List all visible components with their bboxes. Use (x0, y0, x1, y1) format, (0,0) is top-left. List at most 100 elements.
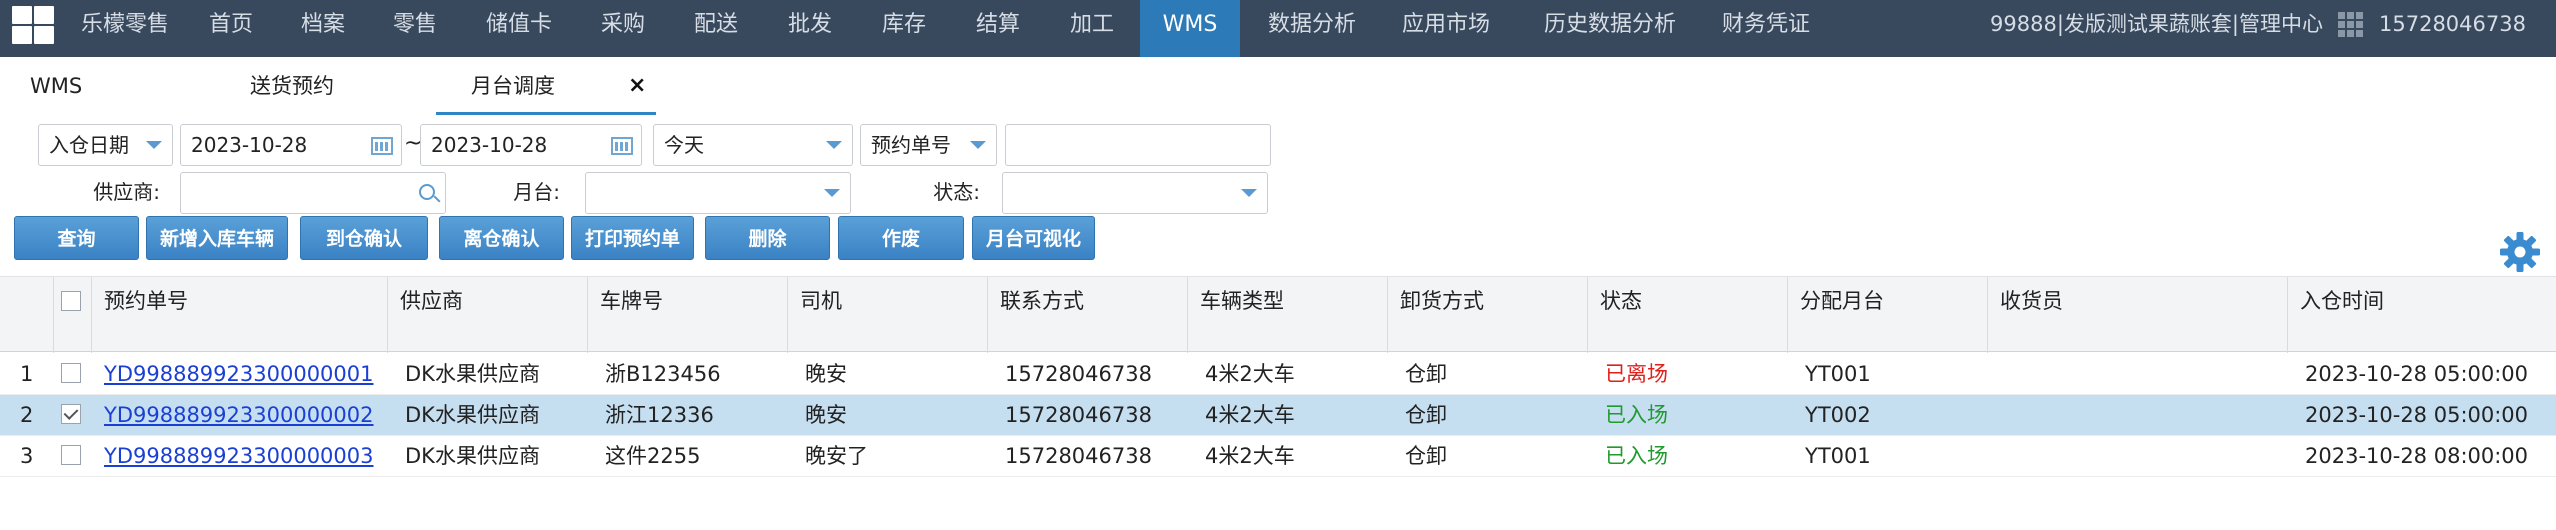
chevron-down-icon (826, 141, 842, 149)
account-info[interactable]: 99888|发版测试果蔬账套|管理中心 (1983, 0, 2323, 49)
nav-item-purchase[interactable]: 采购 (588, 0, 658, 57)
tab-bar: WMS 送货预约 月台调度 (0, 57, 2556, 115)
table-row[interactable]: 1 YD998889923300000001 DK水果供应商 浙B123456 … (0, 354, 2556, 395)
date-from-input[interactable]: 2023-10-28 (180, 124, 402, 166)
tab-delivery-appointment[interactable]: 送货预约 (250, 57, 360, 115)
gear-icon[interactable] (2498, 230, 2542, 274)
arrival-time-cell: 2023-10-28 08:00:00 (2305, 444, 2529, 468)
driver-cell: 晚安 (805, 362, 847, 386)
col-plate[interactable]: 车牌号 (588, 277, 788, 353)
nav-item-home[interactable]: 首页 (196, 0, 266, 57)
user-phone[interactable]: 15728046738 (2379, 0, 2549, 49)
col-receiver[interactable]: 收货员 (1988, 277, 2288, 353)
nav-item-stored-value-card[interactable]: 储值卡 (474, 0, 564, 57)
col-arrival-time[interactable]: 入仓时间 (2288, 277, 2556, 353)
phone-cell: 15728046738 (1005, 362, 1152, 386)
dock-cell: YT002 (1805, 403, 1871, 427)
row-checkbox[interactable] (61, 445, 81, 465)
nav-item-history-analysis[interactable]: 历史数据分析 (1530, 0, 1690, 57)
nav-item-distribution[interactable]: 配送 (681, 0, 751, 57)
search-icon[interactable] (419, 184, 435, 200)
row-number-header (0, 277, 54, 353)
table-row[interactable]: 3 YD998889923300000003 DK水果供应商 这件2255 晚安… (0, 436, 2556, 477)
nav-item-finance-voucher[interactable]: 财务凭证 (1710, 0, 1822, 57)
search-type-value: 预约单号 (871, 133, 951, 157)
status-cell: 已入场 (1605, 444, 1668, 468)
arrival-confirm-button[interactable]: 到仓确认 (300, 216, 428, 260)
top-nav: 乐檬零售 首页 档案 零售 储值卡 采购 配送 批发 库存 结算 加工 WMS … (0, 0, 2556, 57)
unload-cell: 仓卸 (1405, 362, 1447, 386)
table-row[interactable]: 2 YD998889923300000002 DK水果供应商 浙江12336 晚… (0, 395, 2556, 436)
date-preset-select[interactable]: 今天 (653, 124, 853, 166)
supplier-label: 供应商: (93, 180, 160, 204)
row-number: 2 (20, 403, 34, 427)
supplier-cell: DK水果供应商 (405, 403, 540, 427)
departure-confirm-button[interactable]: 离仓确认 (439, 216, 564, 260)
status-select[interactable] (1002, 172, 1268, 214)
nav-item-wholesale[interactable]: 批发 (775, 0, 845, 57)
status-cell: 已离场 (1605, 362, 1668, 386)
col-driver[interactable]: 司机 (788, 277, 988, 353)
order-number-link[interactable]: YD998889923300000002 (104, 395, 374, 436)
col-status[interactable]: 状态 (1588, 277, 1788, 353)
query-button[interactable]: 查询 (14, 216, 139, 260)
nav-item-processing[interactable]: 加工 (1057, 0, 1127, 57)
date-preset-value: 今天 (664, 133, 704, 157)
unload-cell: 仓卸 (1405, 444, 1447, 468)
calendar-icon[interactable] (371, 137, 393, 155)
dock-visualization-button[interactable]: 月台可视化 (972, 216, 1095, 260)
calendar-icon[interactable] (611, 137, 633, 155)
status-cell: 已入场 (1605, 403, 1668, 427)
grid-menu-icon[interactable] (2337, 11, 2365, 39)
row-checkbox[interactable] (61, 404, 81, 424)
close-tab-icon[interactable]: × (628, 75, 646, 97)
nav-item-archive[interactable]: 档案 (288, 0, 358, 57)
plate-cell: 浙江12336 (605, 403, 714, 427)
order-number-input[interactable] (1005, 124, 1271, 166)
nav-item-retail[interactable]: 零售 (380, 0, 450, 57)
col-vehicle-type[interactable]: 车辆类型 (1188, 277, 1388, 353)
void-button[interactable]: 作废 (838, 216, 964, 260)
date-from-value: 2023-10-28 (191, 133, 308, 157)
dock-label: 月台: (513, 180, 560, 204)
table-header: 预约单号 供应商 车牌号 司机 联系方式 车辆类型 卸货方式 状态 分配月台 收… (0, 276, 2556, 353)
order-number-link[interactable]: YD998889923300000001 (104, 354, 374, 395)
add-inbound-vehicle-button[interactable]: 新增入库车辆 (146, 216, 288, 260)
nav-item-settlement[interactable]: 结算 (963, 0, 1033, 57)
driver-cell: 晚安了 (805, 444, 868, 468)
arrival-time-cell: 2023-10-28 05:00:00 (2305, 362, 2529, 386)
dock-select[interactable] (585, 172, 851, 214)
chevron-down-icon (970, 141, 986, 149)
supplier-input[interactable] (180, 172, 446, 214)
select-all-checkbox[interactable] (61, 291, 81, 311)
delete-button[interactable]: 删除 (705, 216, 830, 260)
nav-item-app-market[interactable]: 应用市场 (1390, 0, 1502, 57)
nav-item-wms[interactable]: WMS (1140, 0, 1240, 57)
col-order-no[interactable]: 预约单号 (92, 277, 388, 353)
date-to-value: 2023-10-28 (431, 133, 548, 157)
tab-wms[interactable]: WMS (30, 57, 110, 115)
date-type-select[interactable]: 入仓日期 (38, 124, 173, 166)
tab-dock-scheduling[interactable]: 月台调度 (436, 57, 656, 115)
supplier-cell: DK水果供应商 (405, 362, 540, 386)
print-appointment-button[interactable]: 打印预约单 (571, 216, 694, 260)
supplier-cell: DK水果供应商 (405, 444, 540, 468)
vehicle-type-cell: 4米2大车 (1205, 444, 1295, 468)
col-phone[interactable]: 联系方式 (988, 277, 1188, 353)
driver-cell: 晚安 (805, 403, 847, 427)
search-type-select[interactable]: 预约单号 (860, 124, 997, 166)
apps-logo-icon[interactable] (10, 4, 56, 46)
nav-item-data-analysis[interactable]: 数据分析 (1256, 0, 1368, 57)
col-dock[interactable]: 分配月台 (1788, 277, 1988, 353)
col-supplier[interactable]: 供应商 (388, 277, 588, 353)
order-number-link[interactable]: YD998889923300000003 (104, 436, 374, 477)
row-number: 1 (20, 362, 34, 386)
date-to-input[interactable]: 2023-10-28 (420, 124, 642, 166)
nav-item-inventory[interactable]: 库存 (869, 0, 939, 57)
chevron-down-icon (1241, 189, 1257, 197)
chevron-down-icon (824, 189, 840, 197)
vehicle-type-cell: 4米2大车 (1205, 403, 1295, 427)
row-checkbox[interactable] (61, 363, 81, 383)
col-unload-method[interactable]: 卸货方式 (1388, 277, 1588, 353)
nav-item-brand[interactable]: 乐檬零售 (70, 0, 180, 57)
